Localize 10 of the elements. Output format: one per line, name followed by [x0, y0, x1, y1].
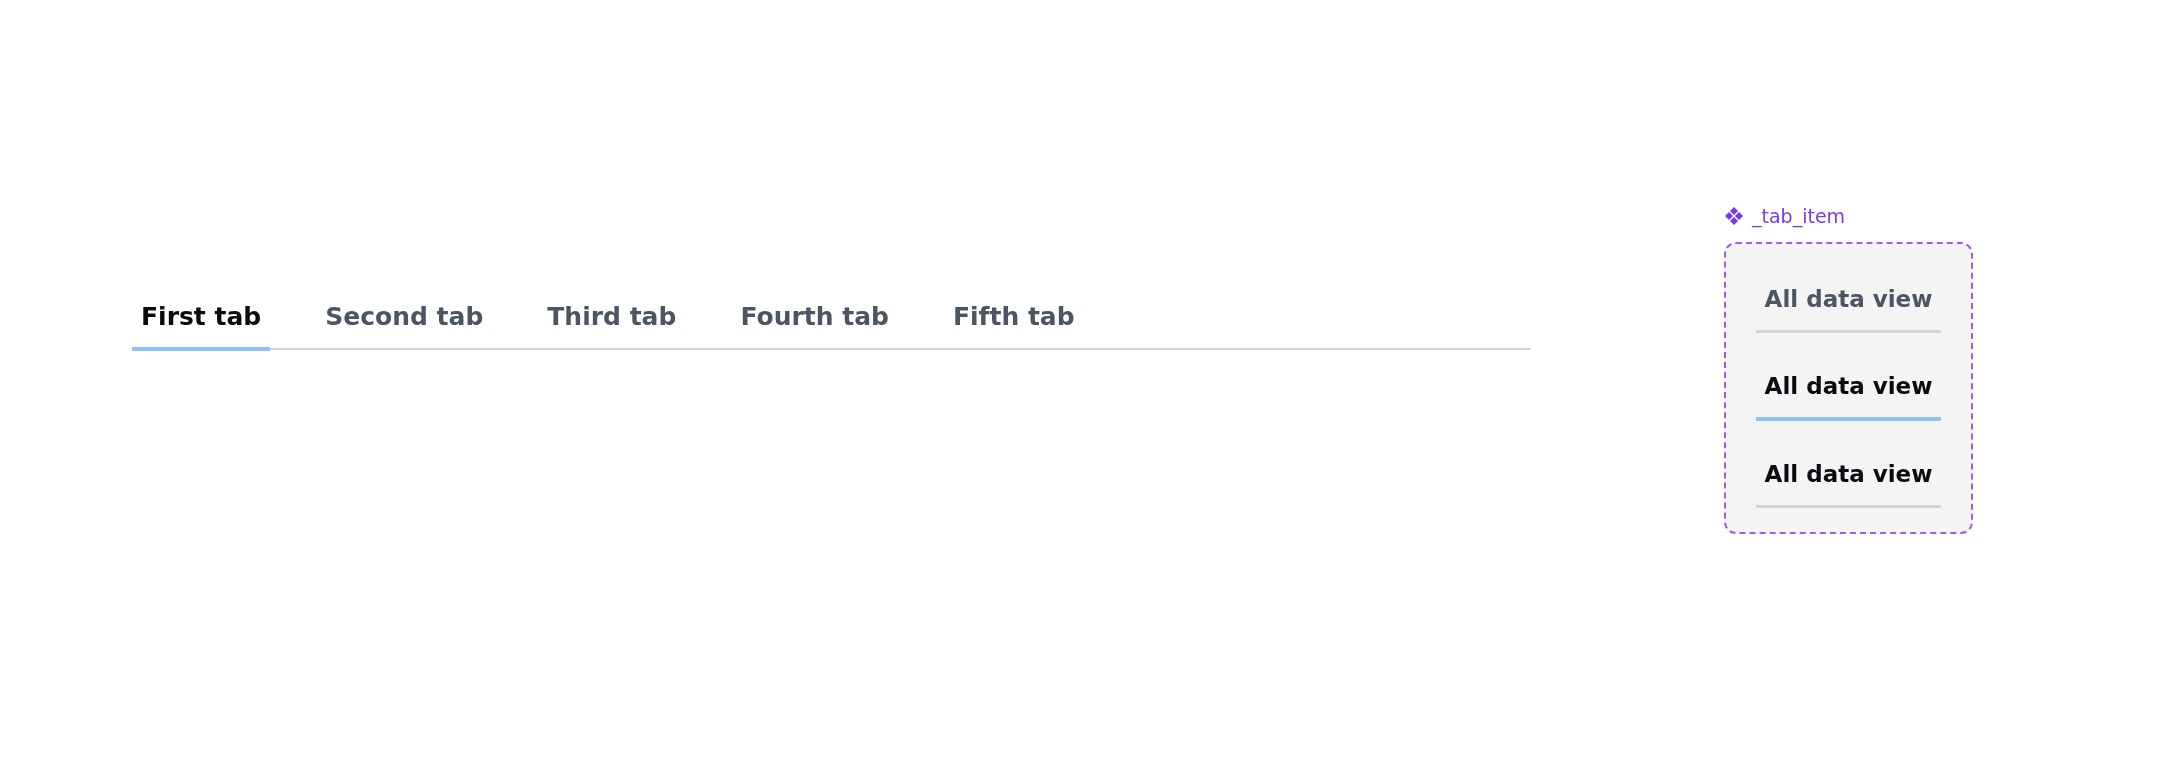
- tab[interactable]: Second tab: [316, 290, 493, 351]
- component-icon: [1724, 206, 1744, 226]
- component-name: _tab_item: [1752, 204, 1846, 228]
- tab-item[interactable]: All data view: [1756, 264, 1941, 333]
- tab[interactable]: Fifth tab: [943, 290, 1084, 351]
- tab[interactable]: First tab: [132, 290, 271, 351]
- tab-item[interactable]: All data view: [1756, 439, 1941, 508]
- tab[interactable]: Fourth tab: [731, 290, 898, 351]
- tab[interactable]: Third tab: [538, 290, 686, 351]
- tab-item[interactable]: All data view: [1756, 351, 1941, 421]
